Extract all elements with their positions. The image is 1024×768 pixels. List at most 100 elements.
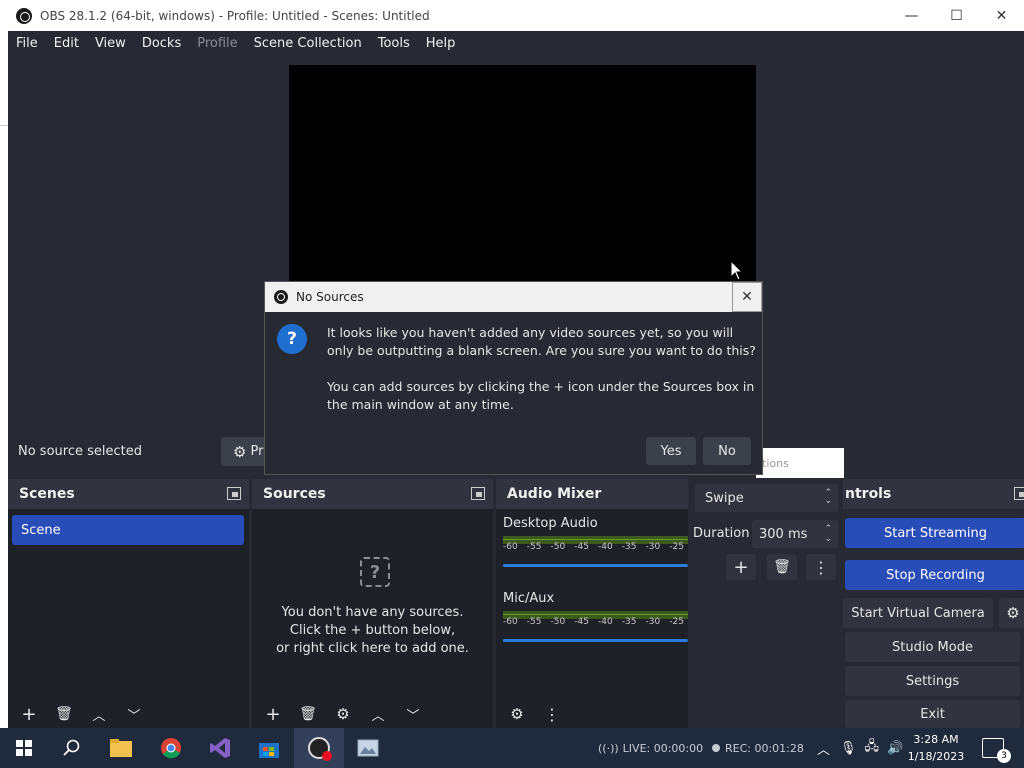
tick: -60: [503, 542, 518, 552]
volume-slider[interactable]: [503, 639, 688, 642]
move-scene-up-button[interactable]: ︿: [85, 702, 113, 726]
live-icon: ((·)): [598, 741, 619, 755]
advanced-audio-button[interactable]: ⚙: [503, 702, 531, 726]
yes-button[interactable]: Yes: [646, 437, 696, 465]
transition-value: Swipe: [705, 490, 744, 506]
sources-dock[interactable]: Sources ? You don't have any sources. Cl…: [252, 479, 493, 728]
start-virtual-camera-button[interactable]: Start Virtual Camera: [843, 598, 993, 628]
minimize-button[interactable]: —: [889, 0, 934, 31]
menu-bar: File Edit View Docks Profile Scene Colle…: [8, 31, 1024, 56]
kebab-icon: ⋮: [813, 557, 829, 577]
undock-icon[interactable]: [471, 487, 485, 500]
sources-title: Sources: [263, 486, 326, 502]
store-button[interactable]: [244, 728, 294, 768]
rec-indicator: REC: 00:01:28: [712, 728, 804, 768]
dialog-message-1: It looks like you haven't added any vide…: [327, 325, 756, 358]
menu-file[interactable]: File: [8, 36, 46, 51]
notification-center-icon[interactable]: 3: [982, 738, 1011, 763]
trash-icon: 🗑: [55, 706, 73, 722]
menu-docks[interactable]: Docks: [134, 36, 189, 51]
mouse-cursor-icon: [730, 260, 744, 281]
menu-help[interactable]: Help: [418, 36, 464, 51]
studio-mode-button[interactable]: Studio Mode: [845, 632, 1020, 662]
scenes-dock: Scenes Scene + 🗑 ︿ ﹀: [8, 479, 249, 728]
search-icon: [63, 739, 80, 756]
transition-menu-button[interactable]: ⋮: [806, 554, 836, 580]
tick: -50: [550, 617, 566, 627]
menu-edit[interactable]: Edit: [46, 36, 87, 51]
stop-recording-button[interactable]: Stop Recording: [845, 560, 1024, 590]
network-icon[interactable]: 🖧: [865, 737, 880, 759]
scenes-toolbar: + 🗑 ︿ ﹀: [8, 700, 249, 728]
tick: -25: [669, 617, 684, 627]
maximize-button[interactable]: ☐: [934, 0, 979, 31]
exit-button[interactable]: Exit: [845, 700, 1020, 728]
search-button[interactable]: [48, 728, 96, 768]
remove-scene-button[interactable]: 🗑: [50, 702, 78, 726]
visual-studio-button[interactable]: [196, 728, 244, 768]
gear-icon: ⚙: [233, 442, 247, 461]
gear-icon: ⚙: [336, 705, 350, 723]
move-source-down-button[interactable]: ﹀: [399, 702, 427, 726]
add-transition-button[interactable]: +: [726, 554, 756, 580]
duration-label: Duration: [693, 526, 750, 541]
dialog-close-button[interactable]: ✕: [732, 282, 762, 312]
channel-name: Desktop Audio: [503, 516, 598, 531]
transitions-label-fragment: tions: [756, 448, 844, 478]
chrome-button[interactable]: [146, 728, 196, 768]
start-streaming-button[interactable]: Start Streaming: [845, 518, 1024, 548]
remove-source-button[interactable]: 🗑: [294, 702, 322, 726]
mixer-header: Audio Mixer: [496, 479, 688, 509]
remove-transition-button[interactable]: 🗑: [767, 554, 797, 580]
controls-title: ntrols: [845, 486, 892, 502]
start-button[interactable]: [0, 728, 48, 768]
close-window-button[interactable]: ✕: [979, 0, 1024, 31]
chevron-up-icon[interactable]: ︿: [817, 739, 830, 758]
duration-input[interactable]: 300 ms ⌃ ⌄: [752, 520, 838, 548]
select-arrows-icon: ⌃ ⌄: [824, 488, 832, 506]
menu-tools[interactable]: Tools: [370, 36, 418, 51]
file-explorer-button[interactable]: [96, 728, 146, 768]
obs-taskbar-button[interactable]: [294, 728, 344, 768]
transition-select[interactable]: Swipe ⌃ ⌄: [695, 484, 838, 512]
dialog-title: No Sources: [296, 290, 364, 304]
source-properties-button[interactable]: ⚙: [329, 702, 357, 726]
add-source-button[interactable]: +: [259, 702, 287, 726]
no-button[interactable]: No: [703, 437, 751, 465]
tick: -55: [526, 542, 542, 552]
tick: -50: [550, 542, 566, 552]
menu-profile[interactable]: Profile: [189, 36, 245, 51]
properties-label: Pr: [250, 444, 264, 459]
undock-icon[interactable]: [1014, 487, 1024, 500]
mixer-toolbar: ⚙ ⋮: [496, 700, 688, 728]
scene-item[interactable]: Scene: [12, 515, 244, 545]
tick: -55: [526, 617, 542, 627]
virtual-camera-settings-button[interactable]: ⚙: [999, 598, 1024, 628]
image-icon: [357, 739, 379, 757]
add-scene-button[interactable]: +: [15, 702, 43, 726]
menu-scene-collection[interactable]: Scene Collection: [246, 36, 370, 51]
question-icon: ?: [277, 324, 307, 354]
spinner-icon[interactable]: ⌃ ⌄: [824, 524, 832, 544]
settings-button[interactable]: Settings: [845, 666, 1020, 696]
mixer-title: Audio Mixer: [507, 486, 602, 502]
speaker-icon[interactable]: 🔊: [887, 741, 903, 756]
mixer-channel-desktop: Desktop Audio -60 -55 -50 -45 -40 -35 -3…: [503, 516, 688, 567]
tick: -40: [598, 542, 613, 552]
window-title: OBS 28.1.2 (64-bit, windows) - Profile: …: [40, 8, 430, 23]
image-viewer-button[interactable]: [344, 728, 392, 768]
chevron-down-icon: ﹀: [406, 708, 420, 724]
move-scene-down-button[interactable]: ﹀: [120, 702, 148, 726]
microphone-icon[interactable]: 🎙: [840, 741, 857, 756]
close-icon: ✕: [741, 289, 753, 305]
mixer-menu-button[interactable]: ⋮: [538, 702, 566, 726]
tick: -40: [598, 617, 613, 627]
undock-icon[interactable]: [227, 487, 241, 500]
dialog-message: It looks like you haven't added any vide…: [327, 324, 757, 414]
clock[interactable]: 3:28 AM 1/18/2023: [906, 731, 966, 765]
scenes-title: Scenes: [19, 486, 75, 502]
volume-slider[interactable]: [503, 564, 688, 567]
menu-view[interactable]: View: [87, 36, 134, 51]
move-source-up-button[interactable]: ︿: [364, 702, 392, 726]
plus-icon: +: [21, 703, 37, 725]
